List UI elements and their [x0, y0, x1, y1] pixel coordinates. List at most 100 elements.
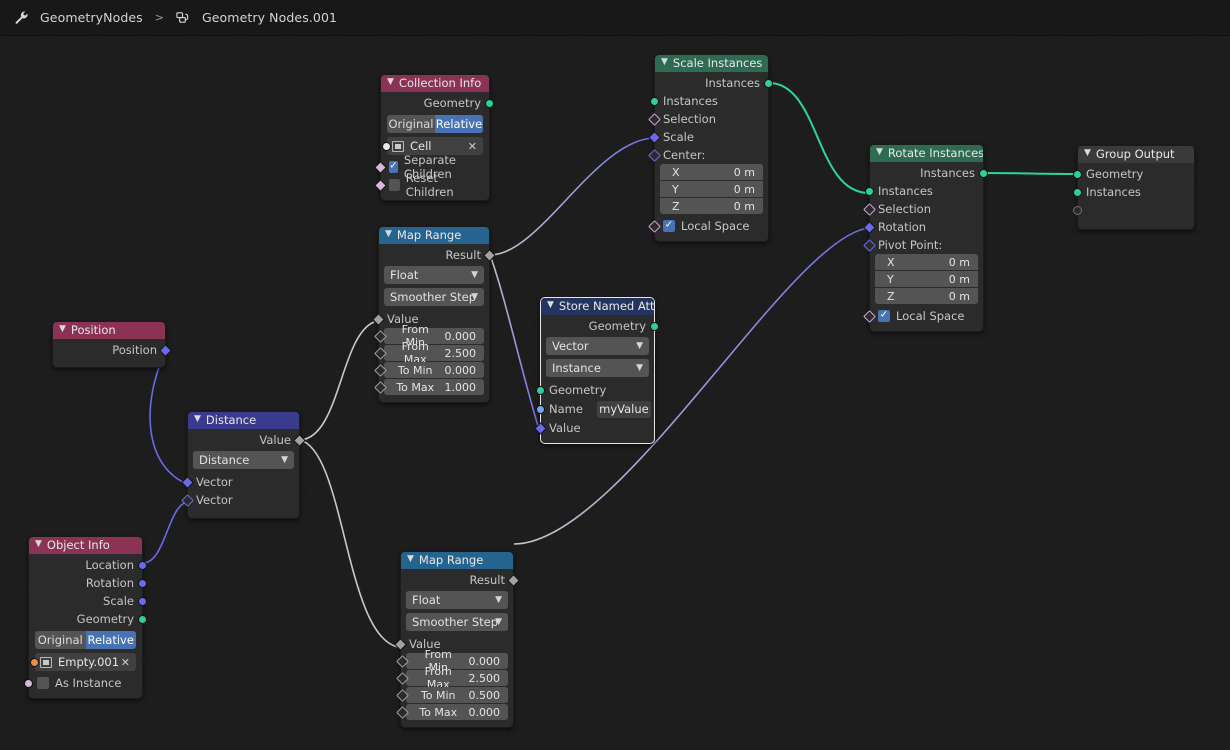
- input-name-row[interactable]: Name myValue: [536, 399, 654, 419]
- socket-geometry-out[interactable]: [485, 98, 494, 108]
- input-instances[interactable]: Instances: [865, 182, 983, 200]
- from-max-field[interactable]: From Max 2.500: [374, 340, 484, 366]
- toggle-relative[interactable]: Relative: [85, 631, 136, 649]
- socket-instances-in[interactable]: [865, 186, 874, 196]
- socket-from-min-in[interactable]: [374, 329, 387, 343]
- node-rotate-instances[interactable]: ▼ Rotate Instances Instances Instances S…: [863, 144, 988, 332]
- chevron-down-icon[interactable]: ▼: [495, 617, 502, 627]
- field-value[interactable]: 1.000: [445, 381, 477, 394]
- node-distance[interactable]: ▼ Distance Value Distance ▼ Vector Vecto…: [181, 411, 306, 519]
- socket-separate-children-in[interactable]: [374, 160, 387, 174]
- socket-value-in[interactable]: [372, 312, 385, 326]
- input-vector-2[interactable]: Vector: [181, 491, 299, 509]
- input-geometry[interactable]: Geometry: [1073, 165, 1194, 183]
- input-scale[interactable]: Scale: [648, 128, 768, 146]
- socket-instances-out[interactable]: [979, 168, 988, 178]
- chevron-down-icon[interactable]: ▼: [281, 455, 288, 465]
- node-store-named-attribute[interactable]: ▼ Store Named Attribute Geometry Vector …: [534, 297, 659, 444]
- output-scale[interactable]: Scale: [29, 592, 147, 610]
- node-header-distance[interactable]: ▼ Distance: [188, 412, 299, 429]
- field-value[interactable]: 0.000: [445, 330, 477, 343]
- field-value[interactable]: 0.000: [469, 706, 501, 719]
- node-object-info[interactable]: ▼ Object Info Location Rotation Scale Ge…: [24, 536, 147, 699]
- socket-to-max-in[interactable]: [374, 380, 387, 394]
- breadcrumb-root[interactable]: GeometryNodes: [32, 10, 151, 25]
- data-type-select[interactable]: Float ▼: [384, 266, 484, 284]
- socket-value-in[interactable]: [534, 421, 547, 435]
- to-max-field[interactable]: To Max 1.000: [374, 379, 484, 395]
- socket-geometry-out[interactable]: [138, 614, 147, 624]
- separate-children-checkbox[interactable]: ✓: [389, 161, 398, 173]
- field-value[interactable]: 2.500: [445, 347, 477, 360]
- input-vector-1[interactable]: Vector: [181, 473, 299, 491]
- axis-value[interactable]: 0 m: [734, 183, 755, 196]
- socket-from-max-in[interactable]: [396, 671, 409, 685]
- to-max-field[interactable]: To Max 0.000: [396, 704, 508, 720]
- socket-to-min-in[interactable]: [374, 363, 387, 377]
- center-vector-fields[interactable]: X 0 m Y 0 m Z 0 m: [655, 164, 768, 214]
- output-result[interactable]: Result: [401, 571, 520, 589]
- pivot-y-field[interactable]: Y 0 m: [875, 271, 978, 287]
- local-space-row[interactable]: ✓ Local Space: [648, 217, 768, 235]
- socket-scale-out[interactable]: [138, 596, 147, 606]
- socket-as-instance-in[interactable]: [24, 678, 33, 688]
- socket-empty-in[interactable]: [1073, 205, 1082, 215]
- reset-children-checkbox[interactable]: [389, 179, 400, 191]
- from-max-field[interactable]: From Max 2.500: [396, 665, 508, 691]
- node-map-range-top[interactable]: ▼ Map Range Result Float ▼ Smoother Step: [372, 226, 496, 403]
- socket-reset-children-in[interactable]: [374, 178, 387, 192]
- chevron-down-icon[interactable]: ▼: [876, 145, 883, 161]
- input-new-socket[interactable]: [1073, 201, 1194, 219]
- center-x-field[interactable]: X 0 m: [660, 164, 763, 180]
- socket-to-min-in[interactable]: [396, 688, 409, 702]
- socket-rotation-out[interactable]: [138, 578, 147, 588]
- socket-collection-in[interactable]: [382, 141, 391, 151]
- transform-space-toggle[interactable]: Original Relative: [387, 115, 483, 133]
- input-pivot-point[interactable]: Pivot Point:: [863, 236, 983, 254]
- chevron-down-icon[interactable]: ▼: [387, 75, 394, 91]
- chevron-down-icon[interactable]: ▼: [35, 537, 42, 553]
- socket-rotation-in[interactable]: [863, 220, 876, 234]
- socket-vector2-in[interactable]: [181, 493, 194, 507]
- chevron-down-icon[interactable]: ▼: [59, 322, 66, 338]
- node-header-object-info[interactable]: ▼ Object Info: [29, 537, 142, 554]
- node-header-scale-instances[interactable]: ▼ Scale Instances: [655, 55, 768, 72]
- output-geometry[interactable]: Geometry: [29, 610, 147, 628]
- socket-local-space-in[interactable]: [648, 219, 661, 233]
- chevron-down-icon[interactable]: ▼: [1084, 146, 1091, 162]
- center-z-field[interactable]: Z 0 m: [660, 198, 763, 214]
- output-position[interactable]: Position: [53, 341, 172, 359]
- chevron-down-icon[interactable]: ▼: [495, 595, 502, 605]
- chevron-down-icon[interactable]: ▼: [636, 341, 643, 351]
- node-header-map-range-top[interactable]: ▼ Map Range: [379, 227, 489, 244]
- chevron-down-icon[interactable]: ▼: [194, 412, 201, 428]
- axis-value[interactable]: 0 m: [949, 290, 970, 303]
- reset-children-row[interactable]: Reset Children: [374, 171, 489, 199]
- toggle-original[interactable]: Original: [387, 115, 435, 133]
- input-geometry[interactable]: Geometry: [536, 381, 654, 399]
- node-canvas[interactable]: ▼ Collection Info Geometry Original Rela…: [0, 36, 1230, 750]
- output-geometry[interactable]: Geometry: [381, 94, 494, 112]
- socket-selection-in[interactable]: [648, 112, 661, 126]
- transform-space-toggle[interactable]: Original Relative: [35, 631, 136, 649]
- breadcrumb-current[interactable]: Geometry Nodes.001: [194, 10, 345, 25]
- socket-result-out[interactable]: [507, 573, 520, 587]
- interpolation-select[interactable]: Smoother Step ▼: [406, 613, 508, 631]
- field-value[interactable]: 0.000: [445, 364, 477, 377]
- socket-vector1-in[interactable]: [181, 475, 194, 489]
- socket-to-max-in[interactable]: [396, 705, 409, 719]
- socket-center-in[interactable]: [648, 148, 661, 162]
- as-instance-checkbox[interactable]: [37, 677, 49, 689]
- to-min-field[interactable]: To Min 0.500: [396, 687, 508, 703]
- socket-instances-in[interactable]: [650, 96, 659, 106]
- axis-value[interactable]: 0 m: [734, 166, 755, 179]
- node-header-group-output[interactable]: ▼ Group Output: [1078, 146, 1194, 163]
- node-header-position[interactable]: ▼ Position: [53, 322, 165, 339]
- chevron-down-icon[interactable]: ▼: [471, 270, 478, 280]
- chevron-down-icon[interactable]: ▼: [661, 55, 668, 71]
- chevron-down-icon[interactable]: ▼: [636, 363, 643, 373]
- local-space-checkbox[interactable]: ✓: [663, 220, 675, 232]
- input-rotation[interactable]: Rotation: [863, 218, 983, 236]
- toggle-relative[interactable]: Relative: [435, 115, 483, 133]
- node-header-rotate-instances[interactable]: ▼ Rotate Instances: [870, 145, 983, 162]
